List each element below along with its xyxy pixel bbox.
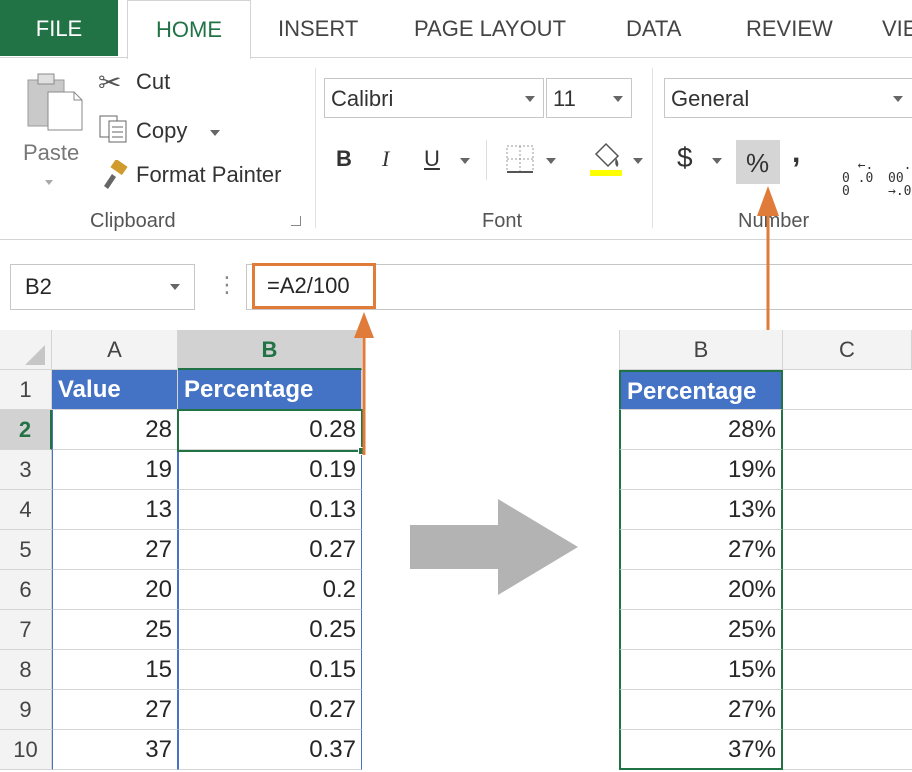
tab-home[interactable]: HOME [127, 0, 251, 59]
result-percent-cell[interactable]: 27% [619, 690, 783, 730]
result-percent-cell[interactable]: 37% [619, 730, 783, 770]
empty-cell[interactable] [783, 570, 912, 610]
result-percent-cell[interactable]: 13% [619, 490, 783, 530]
empty-cell[interactable] [783, 610, 912, 650]
empty-cell[interactable] [783, 650, 912, 690]
result-percent-cell[interactable]: 27% [619, 530, 783, 570]
empty-cell[interactable] [783, 370, 912, 410]
result-percent-cell[interactable]: 25% [619, 610, 783, 650]
empty-cell[interactable] [783, 730, 912, 770]
empty-cell[interactable] [783, 450, 912, 490]
result-column-header-b[interactable]: B [619, 330, 783, 370]
empty-cell[interactable] [783, 690, 912, 730]
result-column-header-c[interactable]: C [783, 330, 912, 370]
result-percent-cell[interactable]: 20% [619, 570, 783, 610]
empty-cell[interactable] [783, 490, 912, 530]
result-percent-cell[interactable]: 19% [619, 450, 783, 490]
right-arrow-icon [410, 499, 578, 595]
empty-cell[interactable] [783, 530, 912, 570]
empty-cell[interactable] [783, 410, 912, 450]
result-percent-cell[interactable]: 15% [619, 650, 783, 690]
result-header-cell[interactable]: Percentage [619, 370, 783, 410]
result-percent-cell[interactable]: 28% [619, 410, 783, 450]
